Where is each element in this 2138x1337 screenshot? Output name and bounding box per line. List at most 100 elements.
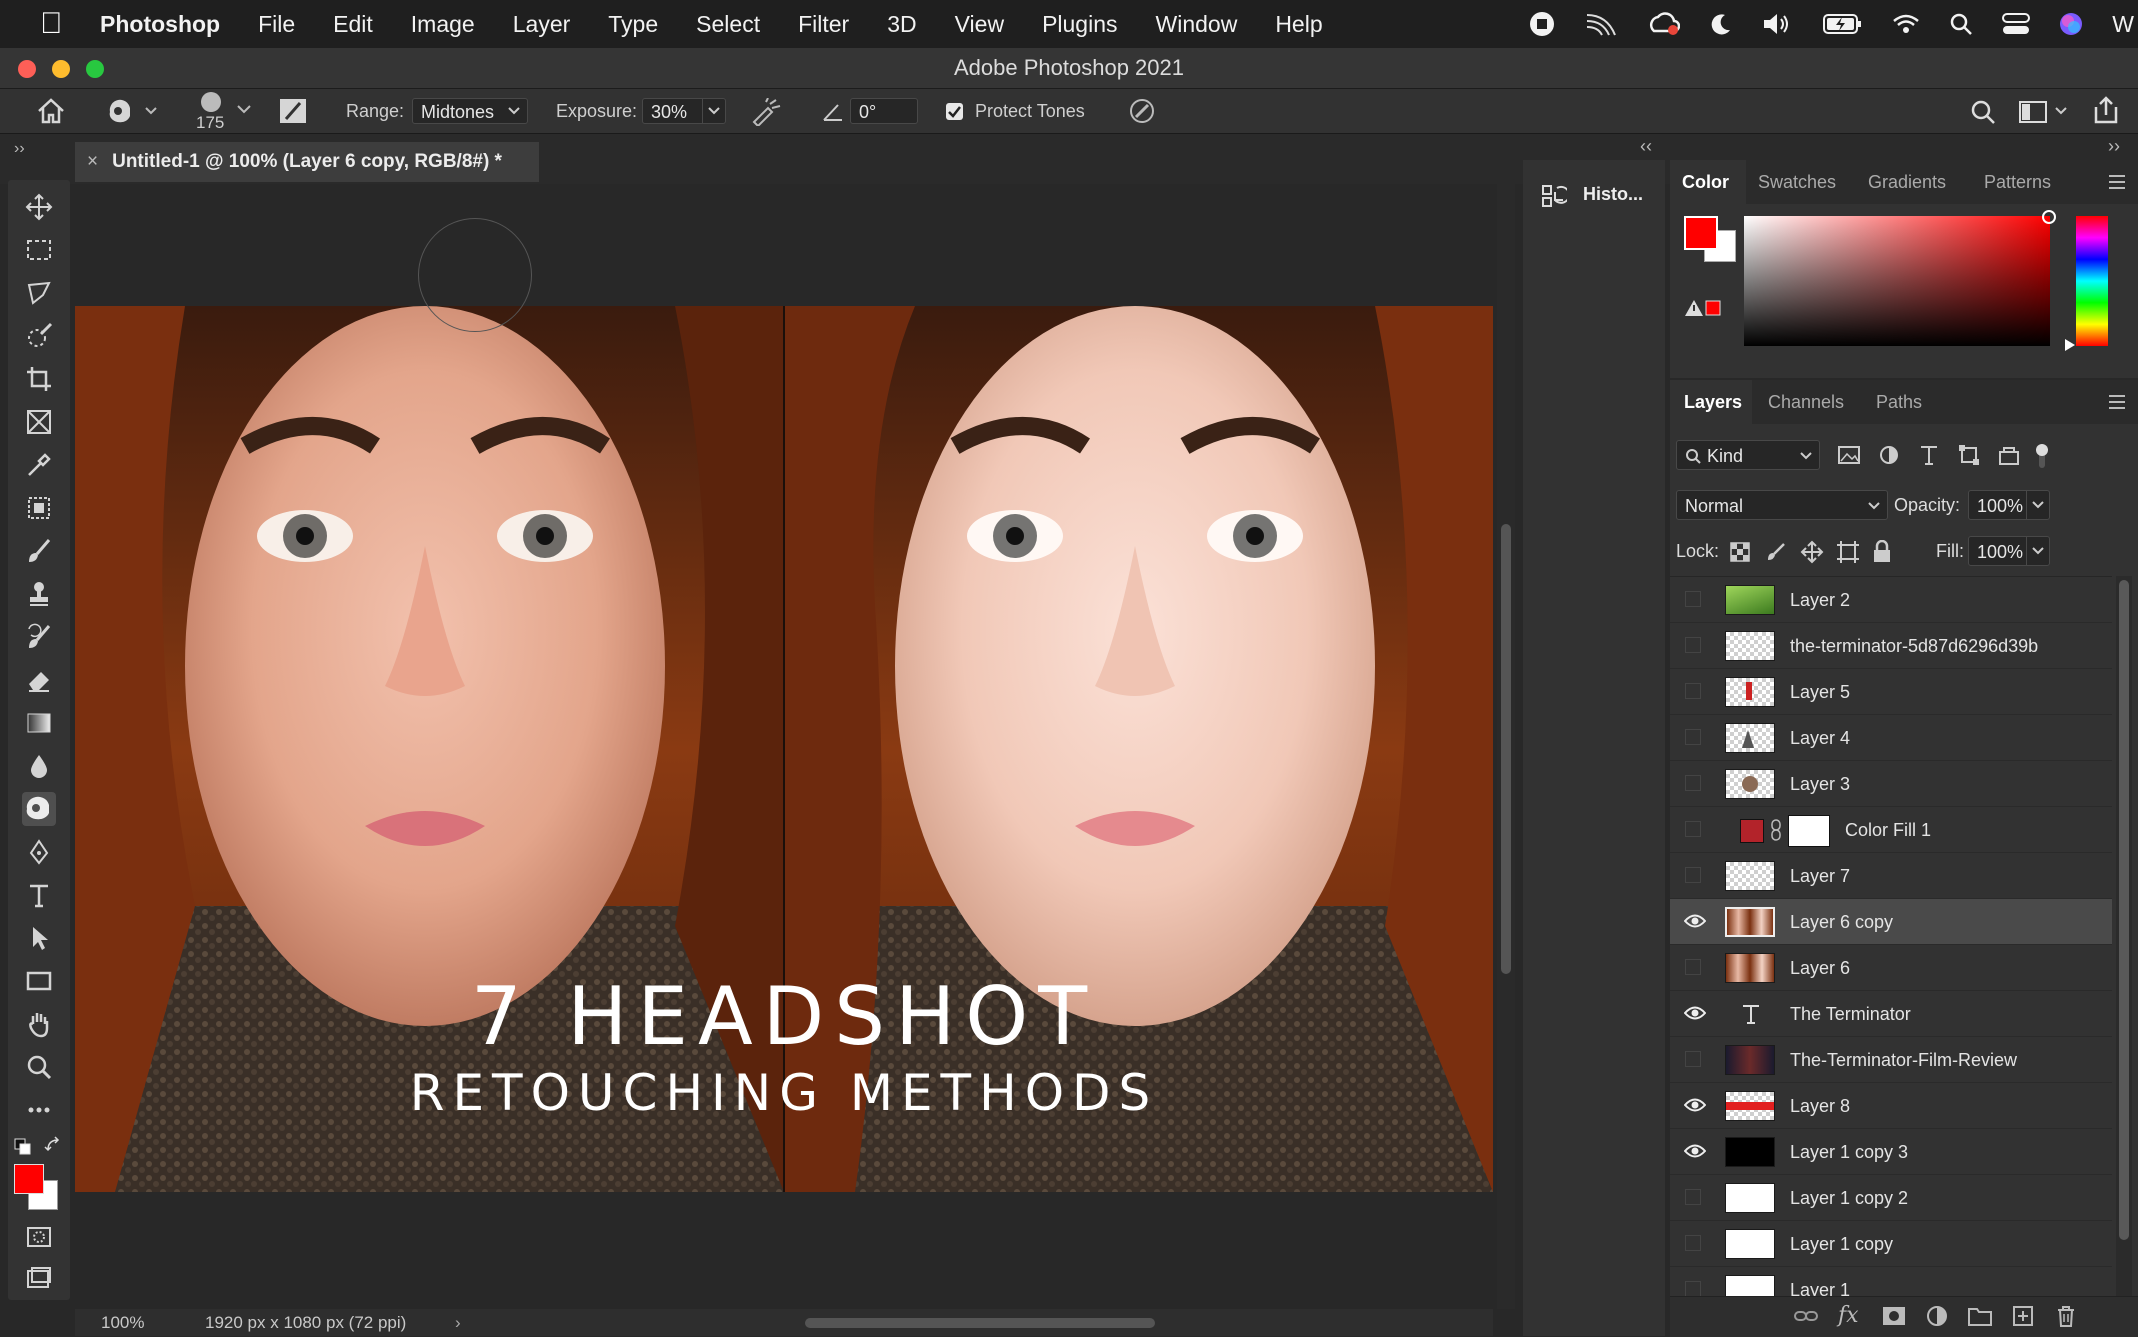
control-center-icon[interactable] (2002, 12, 2031, 36)
menu-help[interactable]: Help (1275, 11, 1322, 38)
layer-row[interactable]: Layer 1 copy 3 (1670, 1129, 2112, 1175)
quick-mask-icon[interactable] (22, 1220, 56, 1254)
layer-mask-thumbnail[interactable] (1788, 815, 1830, 847)
color-picker-handle[interactable] (2042, 210, 2056, 224)
layer-row[interactable]: Color Fill 1 (1670, 807, 2112, 853)
link-layers-icon[interactable] (1794, 1307, 1818, 1325)
healing-brush-tool-icon[interactable] (22, 491, 56, 525)
pressure-size-icon[interactable] (1128, 97, 1158, 125)
zoom-tool-icon[interactable] (22, 1050, 56, 1084)
swap-colors-icon[interactable] (44, 1136, 62, 1154)
new-group-icon[interactable] (1968, 1306, 1992, 1326)
range-select[interactable]: Midtones (412, 98, 528, 124)
type-tool-icon[interactable] (22, 878, 56, 912)
layers-scroll-thumb[interactable] (2119, 580, 2129, 1240)
lock-transparent-pixels-icon[interactable] (1730, 542, 1750, 562)
exposure-input[interactable]: 30% (642, 98, 726, 124)
new-layer-icon[interactable] (2012, 1305, 2034, 1327)
menu-window[interactable]: Window (1156, 11, 1238, 38)
panel-menu-icon[interactable] (2108, 394, 2126, 410)
layers-scrollbar[interactable] (2116, 576, 2132, 1296)
exposure-chevron-icon[interactable] (702, 99, 725, 123)
screen-mode-icon[interactable] (22, 1262, 56, 1296)
visibility-toggle[interactable] (1685, 775, 1701, 791)
visibility-toggle[interactable] (1685, 821, 1701, 837)
filter-type-icon[interactable] (1918, 444, 1940, 466)
stop-recording-icon[interactable] (1528, 10, 1556, 38)
battery-icon[interactable] (1823, 13, 1863, 35)
blend-mode-select[interactable]: Normal (1676, 490, 1888, 520)
layer-row[interactable]: Layer 4 (1670, 715, 2112, 761)
expand-toolbar-icon[interactable]: ›› (14, 140, 25, 158)
protect-tones-checkbox[interactable] (946, 103, 963, 120)
share-icon[interactable] (2092, 95, 2120, 125)
creative-cloud-icon[interactable] (1648, 11, 1681, 37)
quick-selection-tool-icon[interactable] (22, 319, 56, 353)
lock-position-icon[interactable] (1800, 540, 1824, 564)
tab-gradients[interactable]: Gradients (1868, 160, 1946, 204)
menu-type[interactable]: Type (608, 11, 658, 38)
history-brush-tool-icon[interactable] (22, 620, 56, 654)
tab-patterns[interactable]: Patterns (1984, 160, 2051, 204)
marquee-tool-icon[interactable] (22, 233, 56, 267)
panel-menu-icon[interactable] (2108, 174, 2126, 190)
blur-tool-icon[interactable] (22, 749, 56, 783)
eyedropper-tool-icon[interactable] (22, 448, 56, 482)
eye-icon[interactable] (1684, 1002, 1706, 1024)
fill-color-thumbnail[interactable] (1740, 819, 1764, 843)
path-selection-tool-icon[interactable] (22, 921, 56, 955)
search-icon[interactable] (1949, 12, 1973, 36)
color-panel-foreground-swatch[interactable] (1684, 216, 1718, 250)
lasso-tool-icon[interactable] (22, 276, 56, 310)
visibility-toggle[interactable] (1685, 1051, 1701, 1067)
menu-select[interactable]: Select (696, 11, 760, 38)
layer-row[interactable]: Layer 1 (1670, 1267, 2112, 1297)
menu-plugins[interactable]: Plugins (1042, 11, 1117, 38)
lock-artboard-icon[interactable] (1836, 540, 1860, 564)
tab-swatches[interactable]: Swatches (1758, 160, 1836, 204)
menu-layer[interactable]: Layer (513, 11, 571, 38)
new-adjustment-layer-icon[interactable] (1926, 1305, 1948, 1327)
layer-filter-kind-select[interactable]: Kind (1676, 440, 1820, 470)
search-icon[interactable] (1970, 99, 1996, 125)
visibility-toggle[interactable] (1685, 683, 1701, 699)
filter-pixel-icon[interactable] (1838, 445, 1860, 465)
layer-row[interactable]: The-Terminator-Film-Review (1670, 1037, 2112, 1083)
clone-stamp-tool-icon[interactable] (22, 577, 56, 611)
menu-edit[interactable]: Edit (333, 11, 373, 38)
menu-filter[interactable]: Filter (798, 11, 849, 38)
visibility-toggle[interactable] (1685, 1281, 1701, 1297)
horizontal-scroll-thumb[interactable] (805, 1318, 1155, 1328)
fill-input[interactable]: 100% (1968, 536, 2050, 566)
expand-panels-icon[interactable]: ›› (2108, 136, 2120, 157)
dodge-tool-icon[interactable] (22, 792, 56, 826)
lock-all-icon[interactable] (1872, 540, 1892, 564)
brush-tool-icon[interactable] (22, 534, 56, 568)
visibility-toggle[interactable] (1685, 591, 1701, 607)
layer-row[interactable]: Layer 8 (1670, 1083, 2112, 1129)
wifi-icon[interactable] (1892, 13, 1920, 35)
filter-shape-icon[interactable] (1958, 444, 1980, 466)
moon-icon[interactable] (1709, 12, 1733, 36)
layer-row[interactable]: Layer 5 (1670, 669, 2112, 715)
layer-row[interactable]: The Terminator (1670, 991, 2112, 1037)
eraser-tool-icon[interactable] (22, 663, 56, 697)
history-panel-button[interactable]: Histo... (1523, 172, 1665, 218)
pen-tool-icon[interactable] (22, 835, 56, 869)
zoom-level[interactable]: 100% (101, 1309, 144, 1336)
visibility-toggle[interactable] (1685, 1189, 1701, 1205)
add-mask-icon[interactable] (1882, 1306, 1906, 1326)
user-menu-icon[interactable]: W (2112, 11, 2134, 38)
eye-icon[interactable] (1684, 910, 1706, 932)
layer-row[interactable]: Layer 7 (1670, 853, 2112, 899)
fx-icon[interactable]: fx (1838, 1303, 1859, 1328)
close-tab-icon[interactable]: × (87, 151, 98, 172)
brush-picker-chevron-icon[interactable] (236, 102, 252, 116)
visibility-toggle[interactable] (1685, 1235, 1701, 1251)
hue-slider-handle-icon[interactable] (2064, 338, 2076, 352)
layer-row[interactable]: the-terminator-5d87d6296d39b (1670, 623, 2112, 669)
frame-tool-icon[interactable] (22, 405, 56, 439)
signal-icon[interactable] (1585, 11, 1619, 37)
more-tools-icon[interactable] (22, 1093, 56, 1127)
menu-3d[interactable]: 3D (887, 11, 916, 38)
